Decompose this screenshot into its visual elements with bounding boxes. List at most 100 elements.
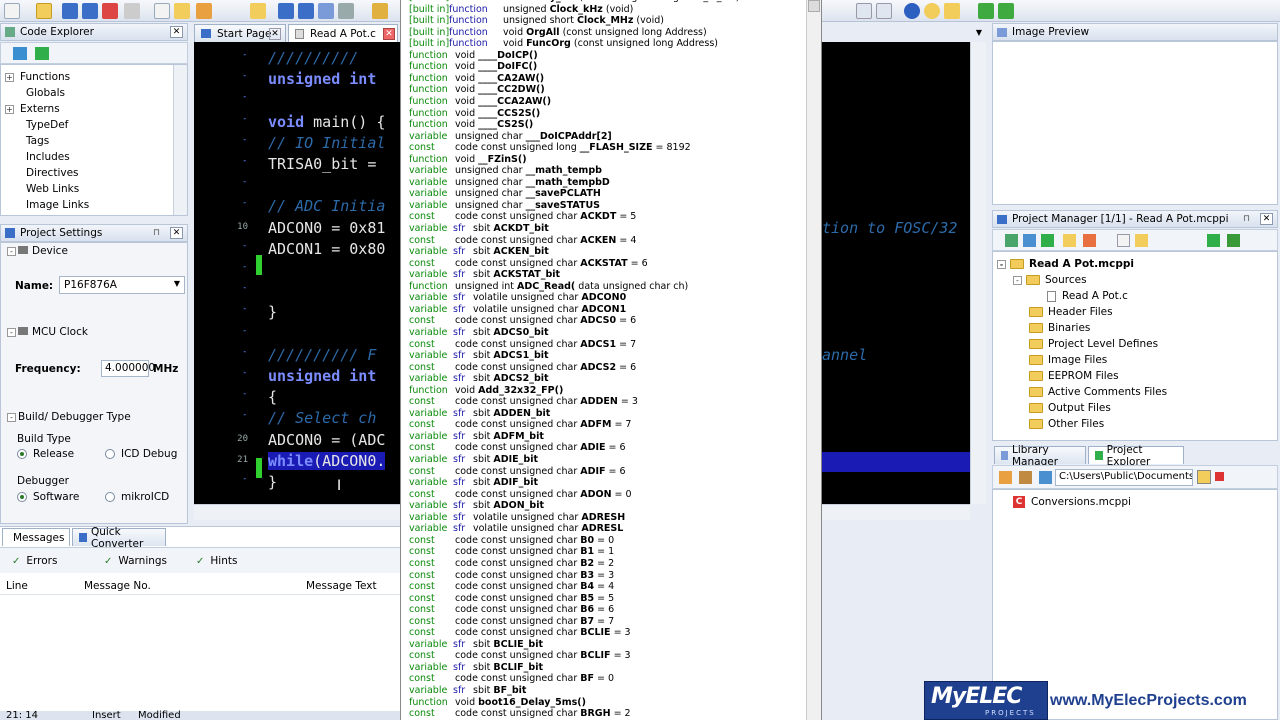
tree-item-typedef[interactable]: TypeDef	[26, 119, 68, 131]
code-line[interactable]: while(ADCON0.	[268, 451, 386, 471]
software-radio[interactable]: Software	[17, 491, 79, 503]
errors-filter[interactable]: ✓ Errors	[12, 555, 57, 567]
remove-file-icon[interactable]	[1023, 234, 1036, 247]
pin-icon[interactable]: ⊓	[1243, 214, 1253, 224]
open-folder-icon[interactable]	[1063, 234, 1076, 247]
completion-item[interactable]: variable sfr volatile unsigned char ADRESH	[409, 512, 625, 524]
completion-item[interactable]: variable unsigned char ___DoICPAddr[2]	[409, 131, 612, 143]
collapse-icon[interactable]: -	[7, 246, 16, 256]
completion-item[interactable]: function void ____DoIFC()	[409, 61, 537, 73]
completion-item[interactable]: const code const unsigned char ACKDT = 5	[409, 211, 636, 223]
build-debugger-section[interactable]: - Build/ Debugger Type	[7, 411, 131, 423]
collapse-icon[interactable]: -	[1013, 275, 1022, 285]
completion-item[interactable]: function void ____DoICP()	[409, 50, 538, 62]
completion-item[interactable]: const code const unsigned char ADCS2 = 6	[409, 362, 636, 374]
code-line[interactable]: // ADC Initia	[268, 196, 385, 216]
completion-item[interactable]: variable sfr sbit ACKSTAT_bit	[409, 269, 560, 281]
code-line[interactable]: ADCON0 = (ADC	[268, 430, 385, 450]
folder-active-comments[interactable]: Active Comments Files	[1029, 386, 1167, 398]
up-arrow-icon[interactable]	[1039, 471, 1052, 484]
col-message-no[interactable]: Message No.	[84, 580, 151, 592]
code-line[interactable]: ADCON0 = 0x81	[268, 218, 385, 238]
expand-icon[interactable]: +	[5, 72, 14, 82]
folder-output-files[interactable]: Output Files	[1029, 402, 1111, 414]
folder-other-files[interactable]: Other Files	[1029, 418, 1104, 430]
completion-item[interactable]: [built in]function unsigned Clock_kHz (vo…	[409, 4, 633, 16]
refresh-icon[interactable]	[35, 47, 49, 60]
col-line[interactable]: Line	[6, 580, 28, 592]
tools-icon[interactable]	[944, 3, 960, 19]
completion-scrollbar[interactable]	[806, 0, 821, 720]
completion-item[interactable]: function void ____CA2AW()	[409, 73, 544, 85]
completion-item[interactable]: variable sfr sbit BCLIE_bit	[409, 639, 543, 651]
completion-item[interactable]: variable sfr sbit ACKDT_bit	[409, 223, 549, 235]
completion-item[interactable]: const code const unsigned char B7 = 7	[409, 616, 614, 628]
completion-item[interactable]: variable sfr sbit ACKEN_bit	[409, 246, 549, 258]
stop-icon[interactable]	[1215, 472, 1224, 481]
completion-item[interactable]: function void boot16_Delay_5ms()	[409, 697, 586, 709]
home-icon[interactable]	[999, 471, 1012, 484]
completion-item[interactable]: const code const unsigned char B2 = 2	[409, 558, 614, 570]
completion-item[interactable]: const code const unsigned char B0 = 0	[409, 535, 614, 547]
completion-item[interactable]: [built in]function void OrgAll (const uns…	[409, 27, 707, 39]
mcu-clock-section[interactable]: - MCU Clock	[7, 326, 88, 338]
sort-icon[interactable]	[13, 47, 27, 60]
hints-filter[interactable]: ✓ Hints	[196, 555, 237, 567]
folder-binaries[interactable]: Binaries	[1029, 322, 1090, 334]
explorer-file[interactable]: C Conversions.mcppi	[1013, 496, 1131, 508]
tree-item-externs[interactable]: + Externs	[5, 103, 60, 115]
code-line[interactable]: ////////// F	[268, 345, 376, 365]
completion-item[interactable]: const code const unsigned char ADDEN = 3	[409, 396, 638, 408]
tree-item-includes[interactable]: Includes	[26, 151, 70, 163]
col-message-text[interactable]: Message Text	[306, 580, 377, 592]
completion-item[interactable]: const code const unsigned char ADCS1 = 7	[409, 339, 636, 351]
completion-item[interactable]: variable unsigned char __savePCLATH	[409, 188, 601, 200]
completion-item[interactable]: function void ____CC2DW()	[409, 84, 545, 96]
tab-messages[interactable]: Messages	[2, 528, 70, 546]
editor-scrollbar-v[interactable]	[970, 42, 986, 504]
folder-eeprom-files[interactable]: EEPROM Files	[1029, 370, 1119, 382]
collapse-icon[interactable]: -	[997, 259, 1006, 269]
close-project-icon[interactable]	[196, 3, 212, 19]
completion-item[interactable]: const code const unsigned char BF = 0	[409, 673, 614, 685]
code-line[interactable]: // Select ch	[268, 408, 376, 428]
completion-item[interactable]: variable unsigned char __math_tempb	[409, 165, 602, 177]
code-line[interactable]: {	[268, 387, 277, 407]
completion-item[interactable]: function unsigned int ADC_Read( data unsi…	[409, 281, 688, 293]
run-icon[interactable]	[1227, 234, 1240, 247]
forward-arrow-icon[interactable]	[998, 3, 1014, 19]
browse-folder-icon[interactable]	[1197, 470, 1211, 484]
tab-library-manager[interactable]: Library Manager	[994, 444, 1086, 468]
completion-item[interactable]: variable unsigned char __math_tempbD	[409, 177, 610, 189]
project-root[interactable]: - Read A Pot.mcppi	[997, 258, 1134, 270]
completion-item[interactable]: variable unsigned char __saveSTATUS	[409, 200, 600, 212]
tab-read-a-pot[interactable]: Read A Pot.c ✕	[288, 24, 398, 42]
new-icon[interactable]	[1117, 234, 1130, 247]
editor-dropdown[interactable]: ▼	[972, 26, 986, 40]
completion-item[interactable]: function void __FZinS()	[409, 154, 527, 166]
completion-item[interactable]: variable sfr sbit ADCS1_bit	[409, 350, 549, 362]
completion-item[interactable]: [built in]function unsigned short Clock_M…	[409, 15, 664, 27]
save-icon[interactable]	[62, 3, 78, 19]
code-line[interactable]: TRISA0_bit =	[268, 154, 376, 174]
folder-project-level-defines[interactable]: Project Level Defines	[1029, 338, 1158, 350]
folder-sources[interactable]: - Sources	[1013, 274, 1087, 286]
tab-project-explorer[interactable]: Project Explorer	[1088, 444, 1184, 468]
tree-item-directives[interactable]: Directives	[26, 167, 79, 179]
folder-header-files[interactable]: Header Files	[1029, 306, 1113, 318]
save-icon-2[interactable]	[278, 3, 294, 19]
code-line[interactable]: }	[268, 302, 277, 322]
icd-debug-radio[interactable]: ICD Debug	[105, 448, 177, 460]
tree-item-functions[interactable]: + Functions	[5, 71, 70, 83]
tab-start-page[interactable]: Start Page ✕	[194, 24, 286, 42]
completion-item[interactable]: variable sfr sbit ADCS2_bit	[409, 373, 549, 385]
close-icon[interactable]: ✕	[383, 27, 395, 40]
paste-icon[interactable]	[318, 3, 334, 19]
code-completion-list[interactable]: [built in]functionvoid Delay_ms (const u…	[400, 0, 822, 720]
save-project-icon[interactable]	[1083, 234, 1096, 247]
code-line[interactable]: unsigned int	[268, 366, 376, 386]
completion-item[interactable]: [built in]function void FuncOrg (const un…	[409, 38, 718, 50]
completion-item[interactable]: const code const unsigned char ADIE = 6	[409, 442, 626, 454]
code-line[interactable]: }	[268, 472, 277, 492]
completion-item[interactable]: const code const unsigned char B5 = 5	[409, 593, 614, 605]
